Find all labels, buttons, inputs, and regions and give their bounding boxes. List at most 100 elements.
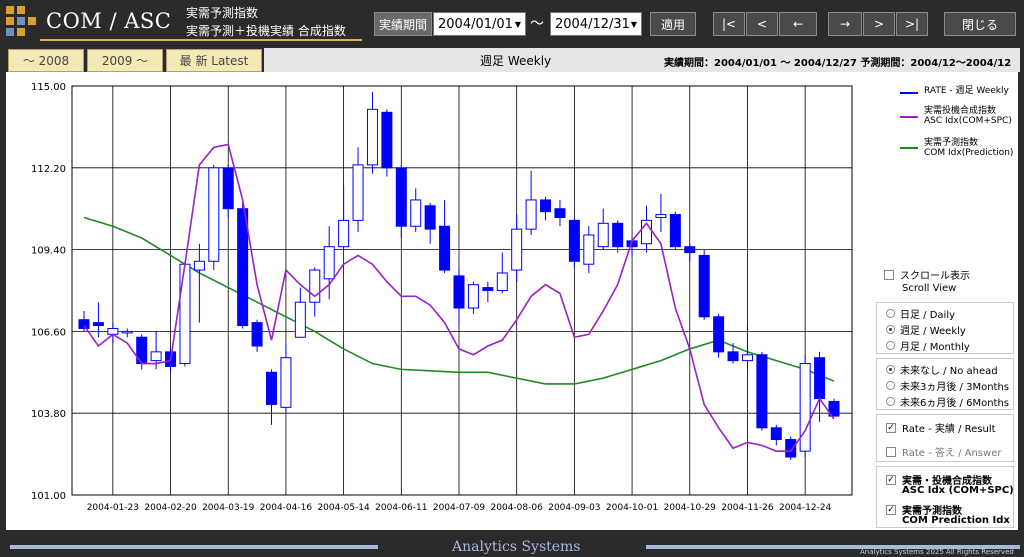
legend-rate-swatch — [900, 92, 918, 94]
candle-body — [655, 214, 667, 218]
title-underline — [40, 39, 362, 41]
candle-body — [814, 357, 826, 400]
x-tick-label: 2004-11-26 — [721, 503, 774, 513]
scroll-view-checkbox[interactable]: スクロール表示 — [884, 267, 970, 282]
candle-body — [540, 199, 552, 213]
candle-body — [237, 208, 249, 327]
x-tick-label: 2004-10-01 — [606, 503, 658, 513]
x-tick-label: 2004-10-29 — [664, 503, 717, 513]
checkbox-icon — [886, 446, 896, 457]
scroll-label-jp: スクロール表示 — [900, 271, 970, 282]
prev-page-button[interactable]: < — [746, 12, 778, 36]
period-info: 実績期間：2004/01/01 ～ 2004/12/27 予測期間：2004/1… — [664, 58, 1012, 69]
rate-answer-checkbox[interactable]: Rate - 答え / Answer — [886, 444, 1001, 459]
candle-body — [525, 199, 537, 230]
close-button[interactable]: 閉じる — [944, 12, 1016, 36]
candle-body — [323, 246, 335, 280]
candle-body — [467, 284, 479, 309]
subtitle-asc: 実需予測＋投機実績 合成指数 — [186, 24, 346, 38]
next-page-button[interactable]: > — [863, 12, 895, 36]
candle-body — [756, 354, 768, 429]
radio-icon — [886, 381, 895, 390]
candle-body — [338, 219, 350, 248]
candle-body — [684, 246, 696, 254]
next-button[interactable]: → — [828, 12, 862, 36]
prev-button[interactable]: ← — [779, 12, 817, 36]
monthly-label: 月足 / Monthly — [900, 342, 970, 353]
last-button[interactable]: >| — [896, 12, 928, 36]
app-title: COM / ASC — [46, 9, 172, 33]
candle-body — [78, 319, 90, 329]
y-tick-label: 106.60 — [31, 327, 66, 338]
date-to-value: 2004/12/31 — [555, 16, 630, 32]
legend-com-swatch — [900, 147, 918, 149]
candle-body — [568, 219, 580, 262]
candle-body — [496, 272, 508, 292]
candle-body — [208, 167, 220, 262]
no-ahead-label: 未来なし / No ahead — [900, 366, 998, 377]
candle-body — [424, 205, 436, 230]
radio-icon — [886, 341, 895, 350]
candle-body — [554, 208, 566, 218]
candle-body — [439, 225, 451, 271]
candle-body — [583, 234, 595, 265]
candle-body — [251, 322, 263, 347]
monthly-radio[interactable]: 月足 / Monthly — [886, 338, 970, 353]
ahead-6m-radio[interactable]: 未来6ヵ月後 / 6Months — [886, 394, 1009, 409]
rate-result-label: Rate - 実績 / Result — [902, 424, 996, 435]
candle-body — [770, 427, 782, 440]
candle-body — [395, 167, 407, 227]
legend-asc-label1: 実需投機合成指数 — [924, 106, 997, 116]
x-tick-label: 2004-07-09 — [433, 503, 486, 513]
asc-label-en: ASC Idx (COM+SPC) — [902, 485, 1014, 496]
candle-body — [280, 357, 292, 408]
ahead-3m-radio[interactable]: 未来3ヵ月後 / 3Months — [886, 378, 1009, 393]
chart-mode-label: 週足 Weekly — [480, 54, 552, 68]
candle-body — [597, 222, 609, 248]
chevron-down-icon: ▼ — [630, 19, 637, 29]
apply-button[interactable]: 適用 — [650, 12, 696, 36]
x-tick-label: 2004-03-19 — [202, 503, 255, 513]
candle-body — [785, 438, 797, 458]
rate-result-checkbox[interactable]: ✓ Rate - 実績 / Result — [886, 420, 996, 435]
date-to-select[interactable]: 2004/12/31 ▼ — [550, 12, 642, 36]
candle-body — [222, 167, 234, 210]
check-icon: ✓ — [886, 504, 896, 515]
price-chart: 115.00 112.20 109.40 106.60 103.80 101.00 2004… — [31, 82, 853, 513]
range-2008-button[interactable]: ～ 2008 — [8, 49, 84, 72]
y-tick-label: 112.20 — [31, 164, 66, 175]
candle-body — [352, 164, 364, 221]
ahead-3m-label: 未来3ヵ月後 / 3Months — [900, 382, 1010, 393]
candle-body — [741, 354, 753, 362]
subtitle-com: 実需予測指数 — [186, 6, 259, 20]
weekly-radio[interactable]: 週足 / Weekly — [886, 322, 966, 337]
latest-button[interactable]: 最 新 Latest — [166, 49, 262, 72]
x-tick-label: 2004-12-24 — [779, 503, 832, 513]
y-tick-label: 101.00 — [31, 491, 66, 502]
check-icon: ✓ — [886, 474, 896, 485]
radio-icon — [886, 397, 895, 406]
no-ahead-radio[interactable]: 未来なし / No ahead — [886, 362, 998, 377]
first-button[interactable]: |< — [713, 12, 745, 36]
candle-body — [381, 111, 393, 169]
candle-body — [121, 330, 133, 334]
daily-radio[interactable]: 日足 / Daily — [886, 306, 955, 321]
weekly-label: 週足 / Weekly — [900, 326, 966, 337]
candle-body — [179, 263, 191, 365]
scroll-label-en: Scroll View — [902, 283, 957, 294]
candle-body — [193, 260, 205, 271]
candle-body — [799, 363, 811, 452]
candle-body — [612, 222, 624, 248]
candle-body — [511, 228, 523, 271]
checkbox-icon — [884, 269, 894, 280]
y-tick-label: 109.40 — [31, 246, 66, 257]
x-tick-label: 2004-04-16 — [260, 503, 313, 513]
range-separator: ～ — [530, 16, 544, 32]
com-label-en: COM Prediction Idx — [902, 515, 1010, 526]
radio-selected-icon — [886, 365, 895, 374]
legend-panel: RATE - 週足 Weekly 実需投機合成指数 ASC Idx(COM+SP… — [872, 72, 1018, 530]
range-2009-button[interactable]: 2009 ～ — [87, 49, 163, 72]
candle-body — [698, 254, 710, 318]
chart-panel: 115.00 112.20 109.40 106.60 103.80 101.00 2004… — [6, 72, 872, 530]
date-from-select[interactable]: 2004/01/01 ▼ — [433, 12, 526, 36]
